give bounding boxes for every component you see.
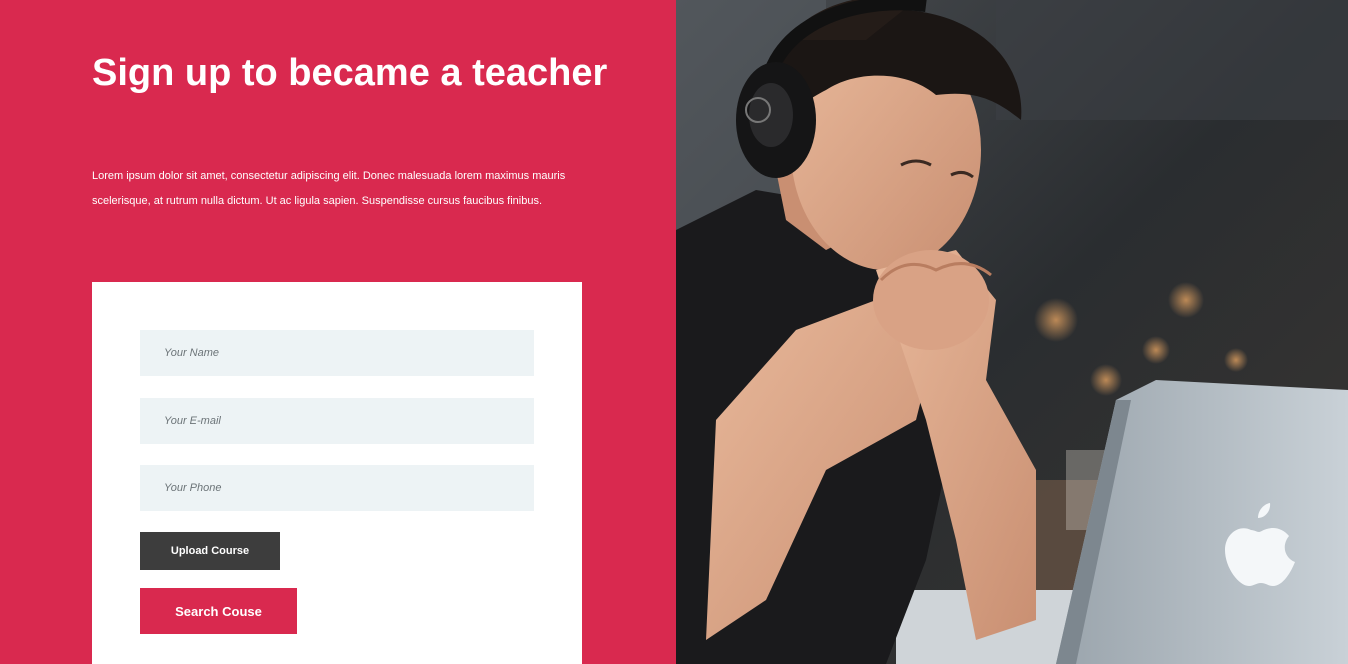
phone-input[interactable]	[140, 465, 534, 511]
signup-section: Sign up to became a teacher Lorem ipsum …	[0, 0, 1348, 664]
search-course-button[interactable]: Search Couse	[140, 588, 297, 634]
hero-photo	[676, 0, 1348, 664]
email-input[interactable]	[140, 398, 534, 444]
signup-description: Lorem ipsum dolor sit amet, consectetur …	[92, 170, 566, 207]
name-input[interactable]	[140, 330, 534, 376]
signup-form: Upload Course Search Couse	[92, 282, 582, 664]
signup-panel: Sign up to became a teacher Lorem ipsum …	[0, 0, 676, 664]
upload-course-button[interactable]: Upload Course	[140, 532, 280, 570]
signup-title: Sign up to became a teacher	[92, 52, 608, 94]
